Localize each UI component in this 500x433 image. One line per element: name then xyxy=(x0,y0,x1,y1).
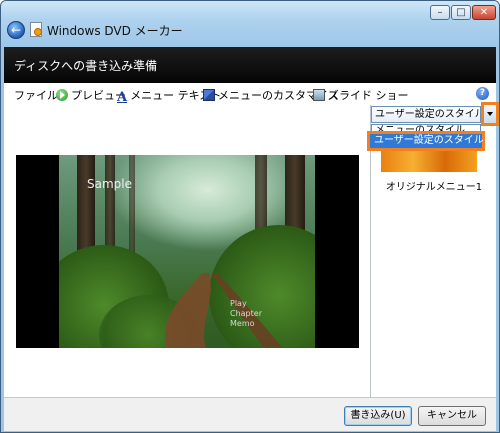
toolbar-file-label: ファイル xyxy=(14,89,58,102)
toolbar-slideshow[interactable]: スライド ショー xyxy=(313,87,409,103)
dvd-maker-window: ← Windows DVD メーカー – □ ✕ ディスクへの書き込み準備 ファ… xyxy=(0,0,500,433)
dropdown-option-custom-style[interactable]: ユーザー設定のスタイル xyxy=(367,131,485,151)
menu-preview: Sample Play Chapter Memo xyxy=(16,155,359,348)
page-title: ディスクへの書き込み準備 xyxy=(14,59,158,73)
toolbar-file[interactable]: ファイル xyxy=(14,87,58,103)
menu-style-select[interactable]: ユーザー設定のスタイル xyxy=(371,106,481,123)
close-button[interactable]: ✕ xyxy=(472,5,496,20)
slideshow-icon xyxy=(313,89,325,101)
toolbar-preview[interactable]: プレビュー xyxy=(56,87,126,103)
menu-link-memo[interactable]: Memo xyxy=(230,319,255,328)
minimize-button[interactable]: – xyxy=(430,5,450,20)
dirt-path xyxy=(165,273,283,348)
tree-trunk xyxy=(129,155,135,265)
toolbar-slideshow-label: スライド ショー xyxy=(328,89,409,102)
cancel-button[interactable]: キャンセル xyxy=(418,406,486,426)
dvd-maker-app-icon xyxy=(30,22,42,37)
menu-style-panel: ユーザー設定のスタイル メニューのスタイル ユーザー設定のスタイル オリジナルメ… xyxy=(367,102,499,397)
help-icon[interactable]: ? xyxy=(476,87,489,100)
dropdown-toggle-button[interactable] xyxy=(481,102,499,126)
customize-icon xyxy=(203,89,215,101)
toolbar: ファイル プレビュー A メニュー テキスト メニューのカスタマイズ スライド シ… xyxy=(4,83,496,105)
play-icon xyxy=(56,89,68,101)
title-bar: ← Windows DVD メーカー – □ ✕ xyxy=(1,1,499,47)
forest-background-image: Sample Play Chapter Memo xyxy=(59,155,315,348)
maximize-button[interactable]: □ xyxy=(451,5,471,20)
style-thumbnail-label: オリジナルメニュー1 xyxy=(385,182,483,193)
back-arrow-icon[interactable]: ← xyxy=(7,21,25,39)
menu-link-play[interactable]: Play xyxy=(230,299,247,308)
window-title: Windows DVD メーカー xyxy=(47,24,183,38)
menu-title-text: Sample xyxy=(87,177,132,191)
write-button[interactable]: 書き込み(U) xyxy=(344,406,412,426)
footer-bar: 書き込み(U) キャンセル xyxy=(4,397,496,431)
chevron-down-icon xyxy=(487,112,493,116)
text-icon: A xyxy=(117,90,128,105)
style-thumbnail[interactable] xyxy=(381,150,477,172)
page-header: ディスクへの書き込み準備 xyxy=(4,47,496,83)
main-content: ファイル プレビュー A メニュー テキスト メニューのカスタマイズ スライド シ… xyxy=(4,83,499,397)
menu-link-chapter[interactable]: Chapter xyxy=(230,309,262,318)
